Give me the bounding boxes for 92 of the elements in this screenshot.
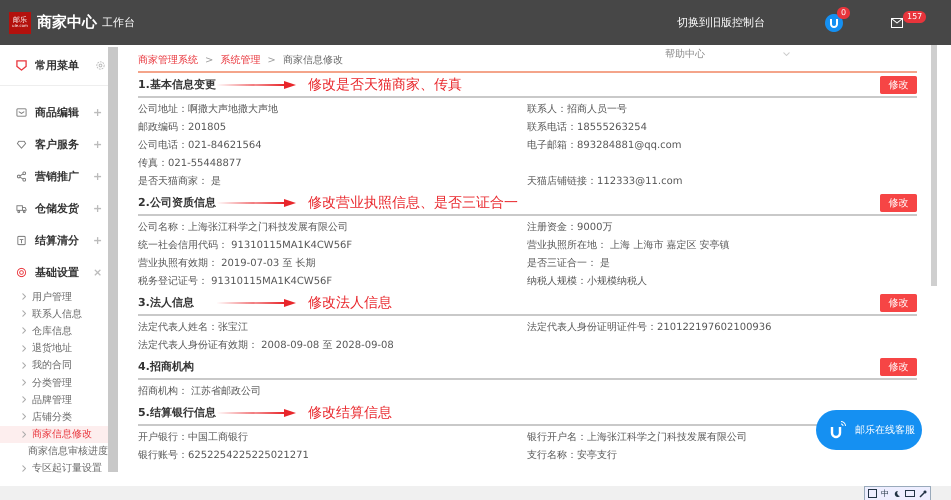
info-field: 电子邮箱：893284881@qq.com: [527, 138, 917, 152]
info-field: 开户银行：中国工商银行: [138, 430, 527, 444]
mail-icon: [16, 106, 27, 118]
submenu-item[interactable]: 专区起订量设置: [0, 460, 108, 478]
info-field: 法定代表人身份证明证件号：210122197602100936: [527, 320, 917, 334]
chevron-icon: [22, 362, 26, 369]
submenu-item[interactable]: 退货地址: [0, 340, 108, 357]
notification-badge: 157: [903, 10, 926, 22]
app-title: 商家中心: [37, 13, 97, 32]
submenu-item[interactable]: 店铺分类: [0, 408, 108, 426]
scrollbar[interactable]: [931, 45, 937, 286]
chevron-icon: [22, 396, 26, 404]
section-title: 5.结算银行信息: [138, 405, 216, 420]
share-icon: [16, 170, 27, 182]
edit-button[interactable]: 修改: [880, 294, 917, 312]
annotation-text: 修改结算信息: [308, 404, 392, 422]
keyboard-icon: [905, 490, 915, 497]
edit-button[interactable]: 修改: [880, 358, 917, 376]
submenu-item[interactable]: 仓库信息: [0, 322, 108, 340]
info-field: 招商机构： 江苏省邮政公司: [138, 384, 527, 398]
app-subtitle: 工作台: [102, 15, 135, 30]
info-field: 法定代表人身份证有效期： 2008-09-08 至 2028-09-08: [138, 338, 527, 352]
info-field: 公司地址：啊撒大声地撒大声地: [138, 102, 527, 116]
chevron-icon: [22, 430, 26, 438]
annotation-text: 修改法人信息: [308, 294, 392, 312]
info-field: 统一社会信用代码： 91310115MA1K4CW56F: [138, 238, 527, 252]
chevron-icon: [22, 327, 26, 334]
chevron-icon: [22, 310, 26, 318]
section-title: 1.基本信息变更: [138, 77, 216, 92]
shield-icon: [16, 60, 27, 70]
menu-group[interactable]: 营销推广 +: [0, 160, 108, 192]
settings-icon[interactable]: [95, 60, 106, 70]
user-icon[interactable]: [825, 14, 843, 32]
chevron-down-icon: [783, 52, 790, 56]
submenu-item[interactable]: 商家信息审核进度: [0, 442, 108, 460]
chevron-icon: [22, 379, 26, 386]
edit-button[interactable]: 修改: [880, 194, 917, 212]
info-field: 银行账号：6252254225225021271: [138, 448, 527, 462]
info-field: 传真：021-55448877: [138, 156, 527, 170]
target-icon: [16, 266, 27, 278]
info-field: 是否天猫商家： 是: [138, 174, 527, 188]
info-field: 天猫店铺链接：112333@11.com: [527, 174, 917, 188]
chevron-icon: [22, 464, 26, 472]
chat-button[interactable]: 邮乐在线客服: [816, 410, 922, 450]
breadcrumb-separator: >: [205, 54, 214, 66]
info-field: 营业执照有效期： 2019-07-03 至 长期: [138, 256, 527, 270]
info-field: 法定代表人姓名：张宝江: [138, 320, 527, 334]
breadcrumb-link[interactable]: 系统管理: [220, 53, 260, 67]
info-field: 公司电话：021-84621564: [138, 138, 527, 152]
info-field: 公司名称：上海张江科学之门科技发展有限公司: [138, 220, 527, 234]
breadcrumb-link[interactable]: 商家管理系统: [138, 53, 198, 67]
info-field: 税务登记证号： 91310115MA1K4CW56F: [138, 274, 527, 288]
chevron-icon: [22, 344, 26, 352]
submenu-item[interactable]: 联系人信息: [0, 305, 108, 322]
breadcrumb-current: 商家信息修改: [282, 54, 343, 67]
submenu-item[interactable]: 商家信息修改: [0, 426, 108, 443]
info-field: 纳税人规模：小规模纳税人: [527, 274, 917, 288]
notification-badge: 0: [837, 6, 850, 18]
submenu-item[interactable]: 我的合同: [0, 356, 108, 374]
info-field: 是否三证合一： 是: [527, 256, 917, 270]
info-field: 联系电话：18555263254: [527, 120, 917, 134]
wrench-icon: [919, 490, 927, 498]
menu-group[interactable]: 结算清分 +: [0, 224, 108, 256]
breadcrumb-separator: >: [267, 54, 276, 66]
info-field: 营业执照所在地： 上海 上海市 嘉定区 安亭镇: [527, 238, 917, 252]
annotation-text: 修改是否天猫商家、传真: [308, 76, 462, 94]
section-title: 4.招商机构: [138, 359, 195, 374]
truck-icon: [16, 202, 27, 214]
info-field: 联系人：招商人员一号: [527, 102, 917, 116]
info-field: 邮政编码：201805: [138, 120, 527, 134]
ime-toolbar[interactable]: 中: [864, 486, 931, 500]
submenu-item[interactable]: 用户管理: [0, 288, 108, 306]
switch-console-link[interactable]: 切换到旧版控制台: [677, 15, 765, 30]
document-icon: [16, 234, 27, 246]
mail-icon[interactable]: [891, 18, 903, 28]
scrollbar[interactable]: [108, 47, 118, 472]
submenu-item[interactable]: 分类管理: [0, 374, 108, 392]
info-field: 支行名称：安亭支行: [527, 448, 917, 462]
u-logo-icon: [830, 421, 846, 439]
menu-group[interactable]: 商品编辑 +: [0, 96, 108, 128]
ime-logo-icon: [868, 489, 877, 498]
chevron-icon: [22, 293, 26, 300]
annotation-text: 修改营业执照信息、是否三证合一: [308, 194, 518, 212]
moon-icon: [893, 490, 901, 498]
edit-button[interactable]: 修改: [880, 76, 917, 94]
menu-group[interactable]: 客户服务 +: [0, 128, 108, 160]
section-title: 3.法人信息: [138, 295, 195, 310]
submenu-item[interactable]: 品牌管理: [0, 391, 108, 408]
chevron-icon: [22, 413, 26, 420]
menu-group[interactable]: 仓储发货 +: [0, 192, 108, 224]
info-field: 注册资金：9000万: [527, 220, 917, 234]
section-title: 2.公司资质信息: [138, 195, 216, 210]
